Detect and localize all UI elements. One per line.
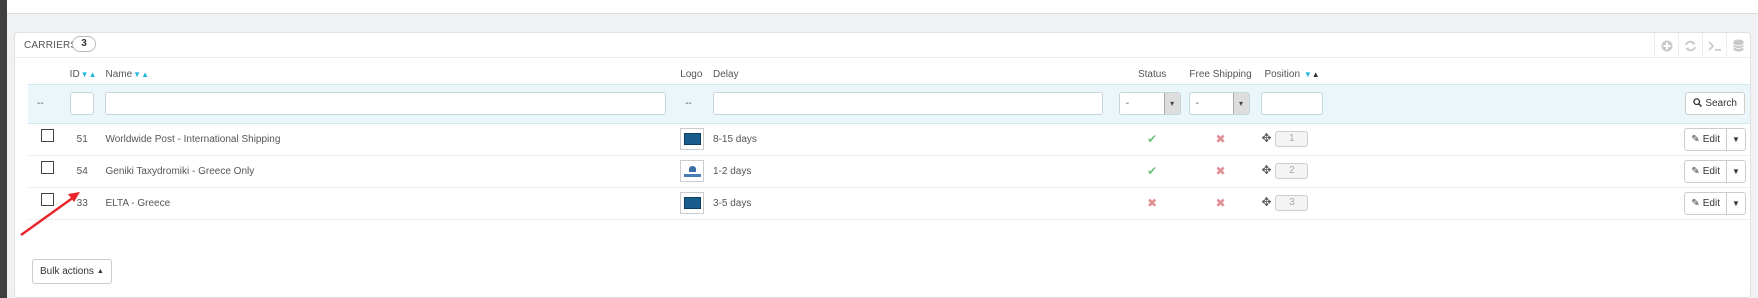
chevron-down-icon[interactable]: ▾ bbox=[1232, 93, 1249, 114]
cross-icon[interactable]: ✖ bbox=[1215, 164, 1225, 178]
sort-desc-icon[interactable]: ▼ bbox=[1304, 70, 1312, 79]
count-badge: 3 bbox=[72, 36, 96, 52]
caret-down-icon[interactable]: ▼ bbox=[1727, 161, 1745, 182]
row-id: 33 bbox=[69, 187, 106, 220]
filter-free-shipping-value: - bbox=[1195, 98, 1199, 109]
row-id: 51 bbox=[69, 123, 106, 156]
table-row[interactable]: 54 Geniki Taxydromiki - Greece Only 1-2 … bbox=[28, 155, 1750, 188]
header-position-label: Position bbox=[1264, 69, 1301, 81]
drag-handle-icon[interactable]: ✥ bbox=[1261, 131, 1275, 145]
caret-down-icon[interactable]: ▼ bbox=[1727, 129, 1745, 150]
sql-query-icon[interactable] bbox=[1702, 33, 1726, 58]
cross-icon[interactable]: ✖ bbox=[1215, 196, 1225, 210]
row-checkbox[interactable] bbox=[41, 161, 54, 174]
table-row[interactable]: 33 ELTA - Greece 3-5 days ✖ ✖ ✥ 3 ✎ Edit ▼ bbox=[28, 187, 1750, 220]
search-button[interactable]: Search bbox=[1685, 92, 1745, 115]
cross-icon[interactable]: ✖ bbox=[1215, 132, 1225, 146]
row-name: Worldwide Post - International Shipping bbox=[105, 123, 681, 156]
row-name: Geniki Taxydromiki - Greece Only bbox=[105, 155, 681, 188]
filter-name-input[interactable] bbox=[105, 92, 667, 115]
row-id: 54 bbox=[69, 155, 106, 188]
edit-label: Edit bbox=[1702, 133, 1720, 145]
check-icon[interactable]: ✔ bbox=[1147, 132, 1157, 146]
chevron-down-icon[interactable]: ▾ bbox=[1163, 93, 1180, 114]
row-actions: ✎ Edit ▼ bbox=[1684, 191, 1746, 215]
position-value: 2 bbox=[1275, 163, 1309, 180]
edit-label: Edit bbox=[1702, 197, 1720, 209]
sort-asc-icon[interactable]: ▲ bbox=[1312, 70, 1320, 79]
check-icon[interactable]: ✔ bbox=[1147, 164, 1157, 178]
edit-button[interactable]: ✎ Edit bbox=[1685, 192, 1727, 214]
row-actions: ✎ Edit ▼ bbox=[1684, 127, 1746, 151]
pencil-icon: ✎ bbox=[1691, 133, 1700, 145]
carrier-logo bbox=[680, 192, 705, 214]
sort-arrows-icon[interactable]: ▼▲ bbox=[133, 70, 149, 79]
edit-button[interactable]: ✎ Edit bbox=[1685, 160, 1727, 182]
header-delay: Delay bbox=[713, 69, 739, 81]
row-actions: ✎ Edit ▼ bbox=[1684, 159, 1746, 183]
filter-row: -- -- - ▾ - ▾ Search bbox=[28, 83, 1750, 124]
carrier-logo bbox=[680, 128, 705, 150]
position-value: 1 bbox=[1275, 131, 1309, 148]
left-sidebar-edge bbox=[0, 0, 7, 298]
filter-position-input[interactable] bbox=[1261, 92, 1324, 115]
carriers-panel: CARRIERS 3 ID▼▲ Name▼▲ Logo Delay Status… bbox=[14, 32, 1751, 298]
edit-label: Edit bbox=[1702, 165, 1720, 177]
caret-down-icon[interactable]: ▼ bbox=[1727, 193, 1745, 214]
row-name: ELTA - Greece bbox=[105, 187, 681, 220]
row-checkbox[interactable] bbox=[41, 129, 54, 142]
filter-delay-input[interactable] bbox=[713, 92, 1103, 115]
pencil-icon: ✎ bbox=[1691, 165, 1700, 177]
position-value: 3 bbox=[1275, 195, 1309, 212]
panel-toolbar bbox=[1654, 33, 1750, 58]
search-button-label: Search bbox=[1705, 98, 1737, 109]
database-export-icon[interactable] bbox=[1726, 33, 1750, 58]
caret-up-icon: ▲ bbox=[96, 268, 104, 275]
header-status: Status bbox=[1137, 69, 1167, 81]
carrier-logo bbox=[680, 160, 705, 182]
header-select bbox=[28, 66, 70, 84]
carriers-table: ID▼▲ Name▼▲ Logo Delay Status Free Shipp… bbox=[28, 66, 1750, 220]
edit-button[interactable]: ✎ Edit bbox=[1685, 128, 1727, 150]
refresh-icon[interactable] bbox=[1678, 33, 1702, 58]
row-delay: 3-5 days bbox=[713, 187, 1118, 220]
drag-handle-icon[interactable]: ✥ bbox=[1261, 195, 1275, 209]
panel-title: CARRIERS bbox=[24, 40, 78, 51]
filter-status-value: - bbox=[1125, 98, 1130, 109]
filter-status-select[interactable]: - ▾ bbox=[1118, 92, 1181, 115]
row-delay: 8-15 days bbox=[713, 123, 1118, 156]
header-position[interactable]: Position ▼▲ bbox=[1254, 66, 1323, 84]
header-free-shipping: Free Shipping bbox=[1189, 69, 1252, 81]
filter-logo-placeholder: -- bbox=[680, 83, 713, 124]
cross-icon[interactable]: ✖ bbox=[1147, 196, 1157, 210]
header-name-label: Name bbox=[105, 69, 133, 81]
add-icon[interactable] bbox=[1654, 33, 1678, 58]
filter-bulk-placeholder: -- bbox=[28, 83, 70, 124]
row-checkbox[interactable] bbox=[41, 193, 54, 206]
header-id[interactable]: ID▼▲ bbox=[70, 66, 106, 84]
header-name[interactable]: Name▼▲ bbox=[105, 66, 680, 84]
top-strip bbox=[7, 0, 1758, 14]
panel-heading: CARRIERS 3 bbox=[15, 33, 1750, 58]
drag-handle-icon[interactable]: ✥ bbox=[1261, 163, 1275, 177]
bulk-actions-label: Bulk actions bbox=[40, 266, 94, 277]
row-delay: 1-2 days bbox=[713, 155, 1118, 188]
bulk-actions-button[interactable]: Bulk actions ▲ bbox=[32, 259, 112, 284]
pencil-icon: ✎ bbox=[1691, 197, 1700, 209]
search-icon bbox=[1693, 97, 1703, 110]
table-row[interactable]: 51 Worldwide Post - International Shippi… bbox=[28, 123, 1750, 156]
header-logo: Logo bbox=[680, 69, 703, 81]
filter-free-shipping-select[interactable]: - ▾ bbox=[1188, 92, 1250, 115]
sort-arrows-icon[interactable]: ▼▲ bbox=[81, 70, 97, 79]
header-row: ID▼▲ Name▼▲ Logo Delay Status Free Shipp… bbox=[28, 66, 1750, 84]
header-id-label: ID bbox=[69, 69, 80, 81]
filter-id-input[interactable] bbox=[69, 92, 94, 115]
